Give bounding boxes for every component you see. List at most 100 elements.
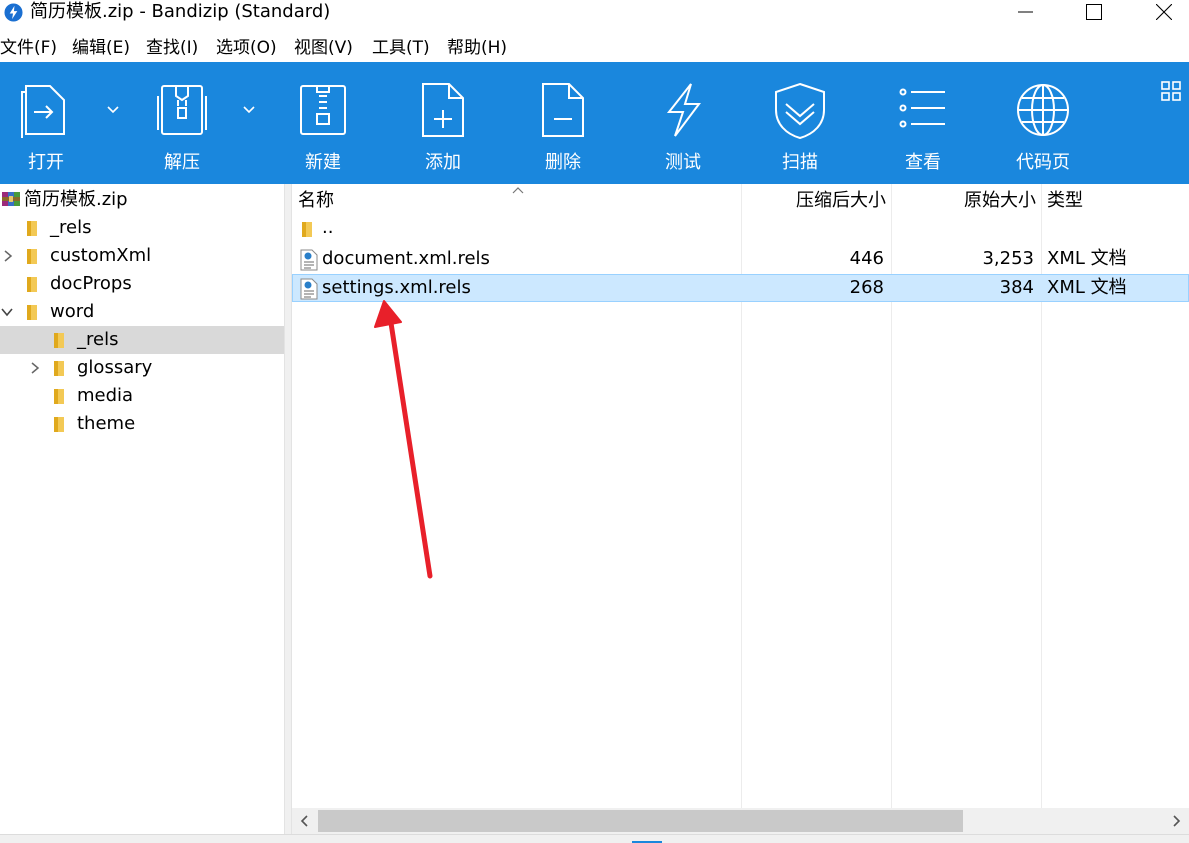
toolbar: 打开 解压 新建 添加 删除 测试 扫描 查看 代码页 xyxy=(0,62,1189,184)
compressed-size: 268 xyxy=(849,277,884,298)
bandizip-window: 简历模板.zip - Bandizip (Standard) 文件(F) 编辑(… xyxy=(0,0,1189,843)
title-bar: 简历模板.zip - Bandizip (Standard) xyxy=(0,0,1189,26)
codepage-label: 代码页 xyxy=(1016,152,1070,173)
scroll-right-icon[interactable] xyxy=(1169,814,1183,828)
scan-label: 扫描 xyxy=(782,152,818,173)
xml-file-icon xyxy=(300,278,318,300)
chevron-right-icon[interactable] xyxy=(29,361,41,375)
file-type: XML 文档 xyxy=(1047,277,1127,298)
new-archive-icon xyxy=(300,85,346,135)
menu-bar: 文件(F) 编辑(E) 查找(I) 选项(O) 视图(V) 工具(T) 帮助(H… xyxy=(0,34,1189,62)
tree-item[interactable]: _rels xyxy=(0,214,284,242)
zip-archive-icon xyxy=(2,192,20,206)
shield-icon xyxy=(775,82,825,140)
delete-button[interactable]: 删除 xyxy=(508,62,618,184)
tree-item-label: customXml xyxy=(50,245,152,266)
lightning-icon xyxy=(666,83,701,137)
chevron-right-icon[interactable] xyxy=(2,249,14,263)
panel-splitter[interactable] xyxy=(284,184,292,834)
folder-tree: 简历模板.zip _rels customXml docProps word _… xyxy=(0,184,284,834)
chevron-down-icon[interactable] xyxy=(1,305,13,319)
sort-ascending-icon xyxy=(512,187,524,194)
menu-find[interactable]: 查找(I) xyxy=(146,34,198,62)
test-button[interactable]: 测试 xyxy=(628,62,738,184)
original-size: 384 xyxy=(999,277,1034,298)
maximize-button[interactable] xyxy=(1064,0,1124,24)
folder-icon xyxy=(54,389,64,404)
tree-item[interactable]: theme xyxy=(0,410,284,438)
extract-icon xyxy=(157,85,207,135)
tree-item[interactable]: word xyxy=(0,298,284,326)
folder-icon xyxy=(54,361,64,376)
folder-icon xyxy=(27,305,37,320)
menu-edit[interactable]: 编辑(E) xyxy=(72,34,130,62)
scroll-left-icon[interactable] xyxy=(298,814,312,828)
column-header-type[interactable]: 类型 xyxy=(1047,186,1083,216)
list-row-parent[interactable]: .. xyxy=(292,214,1189,242)
layout-grid-icon[interactable] xyxy=(1160,80,1182,102)
add-label: 添加 xyxy=(425,152,461,173)
tree-item-label: glossary xyxy=(77,357,153,378)
tree-item[interactable]: customXml xyxy=(0,242,284,270)
scan-button[interactable]: 扫描 xyxy=(745,62,855,184)
folder-icon xyxy=(54,333,64,348)
status-bar xyxy=(0,834,1189,843)
open-button[interactable]: 打开 xyxy=(0,62,101,184)
file-name: .. xyxy=(322,217,334,238)
column-header-name[interactable]: 名称 xyxy=(298,186,334,216)
close-icon xyxy=(1156,4,1172,20)
tree-item[interactable]: glossary xyxy=(0,354,284,382)
tree-item-label: media xyxy=(77,385,134,406)
add-button[interactable]: 添加 xyxy=(388,62,498,184)
open-dropdown-icon[interactable] xyxy=(106,102,120,116)
tree-item-label: _rels xyxy=(77,329,119,350)
test-label: 测试 xyxy=(665,152,701,173)
horizontal-scrollbar[interactable] xyxy=(292,808,1189,834)
close-button[interactable] xyxy=(1134,0,1189,24)
extract-dropdown-icon[interactable] xyxy=(242,102,256,116)
codepage-button[interactable]: 代码页 xyxy=(988,62,1098,184)
folder-icon xyxy=(302,222,312,237)
menu-tools[interactable]: 工具(T) xyxy=(372,34,430,62)
file-type: XML 文档 xyxy=(1047,248,1127,269)
menu-view[interactable]: 视图(V) xyxy=(294,34,353,62)
menu-help[interactable]: 帮助(H) xyxy=(447,34,507,62)
list-row-selected[interactable]: settings.xml.rels 268 384 XML 文档 xyxy=(292,274,1189,302)
bandizip-logo-icon xyxy=(4,3,23,22)
file-name: settings.xml.rels xyxy=(322,277,471,298)
extract-button[interactable]: 解压 xyxy=(127,62,237,184)
tree-item-label: theme xyxy=(77,413,136,434)
folder-icon xyxy=(27,249,37,264)
column-header-original[interactable]: 原始大小 xyxy=(894,186,1036,216)
tree-item[interactable]: media xyxy=(0,382,284,410)
view-label: 查看 xyxy=(905,152,941,173)
column-header-compressed[interactable]: 压缩后大小 xyxy=(744,186,886,216)
compressed-size: 446 xyxy=(849,248,884,269)
list-icon xyxy=(899,88,945,128)
scrollbar-thumb[interactable] xyxy=(318,810,963,832)
file-name: document.xml.rels xyxy=(322,248,490,269)
tree-root[interactable]: 简历模板.zip xyxy=(0,186,284,214)
file-list: 名称 压缩后大小 原始大小 类型 .. document.xml.rels 44… xyxy=(292,184,1189,834)
tree-item[interactable]: docProps xyxy=(0,270,284,298)
folder-icon xyxy=(27,221,37,236)
menu-file[interactable]: 文件(F) xyxy=(0,34,57,62)
maximize-icon xyxy=(1086,4,1102,20)
folder-icon xyxy=(54,417,64,432)
open-icon xyxy=(21,85,65,138)
globe-icon xyxy=(1017,84,1069,136)
minimize-button[interactable] xyxy=(996,0,1056,24)
tree-item-label: docProps xyxy=(50,273,132,294)
window-title: 简历模板.zip - Bandizip (Standard) xyxy=(30,1,331,22)
menu-options[interactable]: 选项(O) xyxy=(216,34,277,62)
add-file-icon xyxy=(422,83,464,137)
delete-file-icon xyxy=(542,83,584,137)
new-archive-button[interactable]: 新建 xyxy=(268,62,378,184)
tree-root-label: 简历模板.zip xyxy=(24,189,128,210)
tree-item-label: word xyxy=(50,301,95,322)
tree-item-selected[interactable]: _rels xyxy=(0,326,284,354)
view-button[interactable]: 查看 xyxy=(868,62,978,184)
open-label: 打开 xyxy=(28,152,64,173)
xml-file-icon xyxy=(300,249,318,271)
list-row[interactable]: document.xml.rels 446 3,253 XML 文档 xyxy=(292,245,1189,273)
